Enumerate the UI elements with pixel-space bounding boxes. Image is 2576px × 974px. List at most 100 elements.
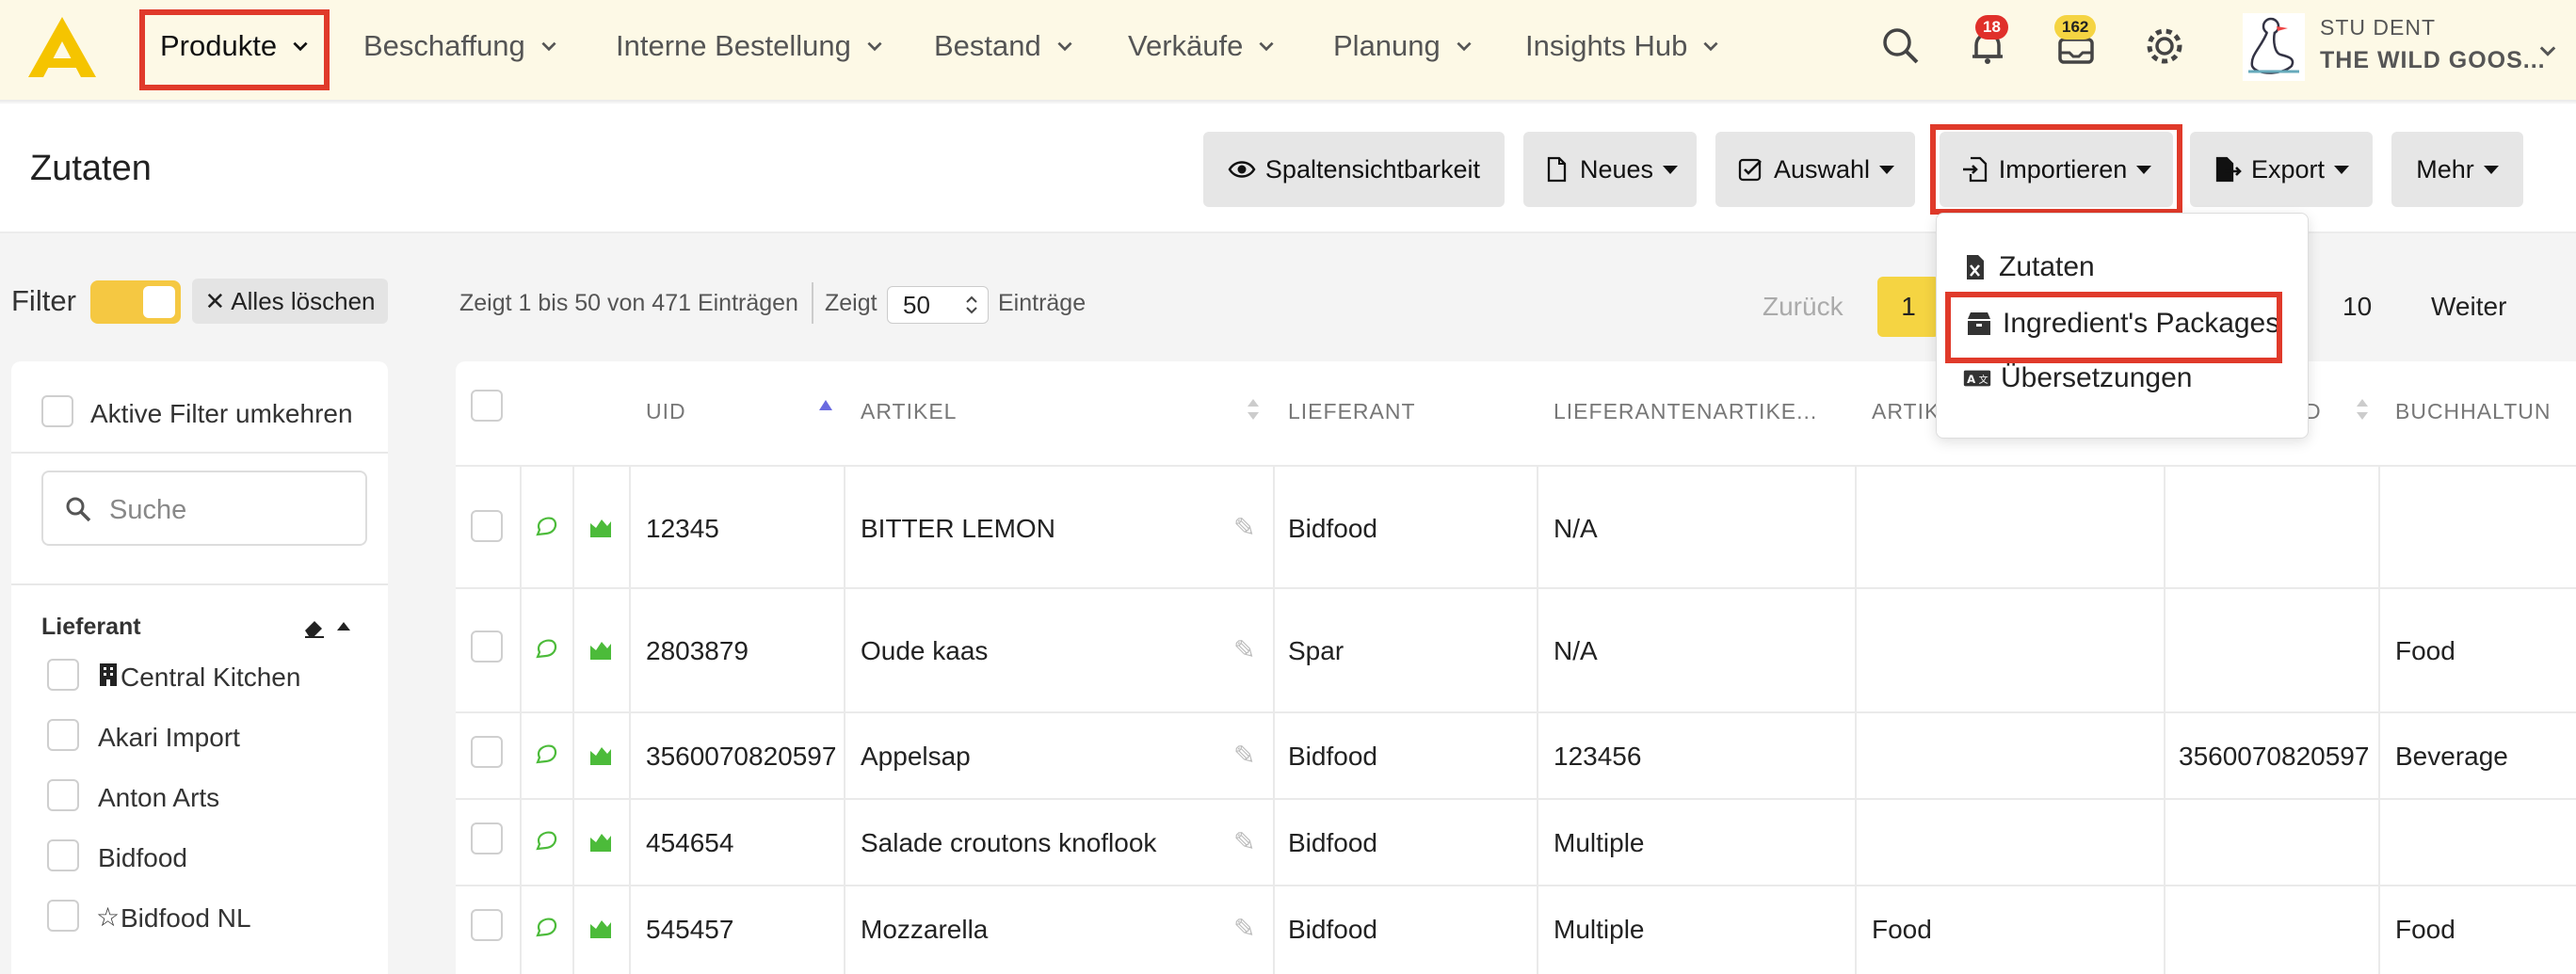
pagination-page-last[interactable]: 10	[2343, 292, 2372, 322]
chart-icon[interactable]	[588, 828, 614, 854]
goose-avatar-icon[interactable]	[2243, 13, 2305, 81]
export-button[interactable]: Export	[2190, 132, 2373, 207]
row-checkbox[interactable]	[471, 510, 503, 542]
caret-down-icon	[2483, 165, 2499, 174]
pencil-icon[interactable]: ✎	[1233, 913, 1255, 944]
comment-icon[interactable]	[533, 514, 559, 540]
column-divider	[844, 467, 845, 974]
column-divider	[1537, 467, 1538, 974]
chevron-down-icon	[1457, 41, 1472, 52]
column-visibility-button[interactable]: Spaltensichtbarkeit	[1203, 132, 1505, 207]
caret-up-icon[interactable]	[335, 619, 352, 632]
comment-icon[interactable]	[533, 915, 559, 941]
cell-artikel[interactable]: Appelsap	[861, 742, 971, 772]
selection-button[interactable]: Auswahl	[1715, 132, 1915, 207]
check-square-icon	[1738, 158, 1762, 182]
pagination-page-current[interactable]: 1	[1877, 277, 1940, 337]
pagination-next[interactable]: Weiter	[2431, 292, 2506, 322]
cell-artikel[interactable]: Oude kaas	[861, 636, 988, 666]
filter-label: Filter	[11, 284, 76, 317]
cell-lieferantenartikel: 123456	[1554, 742, 1642, 771]
supplier-label: Anton Arts	[98, 783, 220, 812]
sort-asc-icon[interactable]	[817, 397, 834, 412]
supplier-checkbox[interactable]	[47, 779, 79, 811]
row-checkbox[interactable]	[471, 909, 503, 941]
clear-all-button[interactable]: ✕ Alles löschen	[192, 279, 388, 324]
eraser-icon[interactable]	[301, 614, 328, 640]
filter-toggle[interactable]	[90, 280, 181, 324]
import-menu-label: Zutaten	[1999, 251, 2095, 282]
entries-label: Einträge	[998, 290, 1087, 316]
row-divider	[456, 587, 2576, 589]
col-header-buchhaltung[interactable]: BUCHHALTUN	[2395, 399, 2551, 424]
nav-interne-bestellung[interactable]: Interne Bestellung	[616, 23, 885, 70]
user-company[interactable]: THE WILD GOOS...	[2320, 47, 2546, 74]
sort-icon[interactable]	[2354, 395, 2371, 423]
pagination-prev[interactable]: Zurück	[1763, 292, 1843, 322]
chevron-down-icon	[1057, 41, 1072, 52]
supplier-label: Central Kitchen	[121, 663, 301, 692]
cell-artikel[interactable]: BITTER LEMON	[861, 514, 1055, 544]
cell-artikel[interactable]: Salade croutons knoflook	[861, 828, 1156, 858]
col-header-artikel[interactable]: ARTIKEL	[861, 399, 957, 424]
chart-icon[interactable]	[588, 514, 614, 540]
row-checkbox[interactable]	[471, 822, 503, 854]
cell-buchhaltung: Food	[2395, 915, 2455, 944]
select-arrows-icon	[966, 295, 977, 314]
column-divider	[2378, 467, 2380, 974]
search-placeholder: Suche	[109, 495, 187, 525]
chart-icon[interactable]	[588, 636, 614, 663]
cell-lieferantenartikel: N/A	[1554, 636, 1598, 665]
sort-icon[interactable]	[1245, 395, 1262, 423]
cell-lieferantenartikel: N/A	[1554, 514, 1598, 543]
nav-beschaffung[interactable]: Beschaffung	[363, 23, 559, 70]
pencil-icon[interactable]: ✎	[1233, 634, 1255, 665]
col-header-lieferantenartikel[interactable]: LIEFERANTENARTIKE...	[1554, 399, 1817, 424]
caret-down-icon	[1663, 165, 1679, 174]
pencil-icon[interactable]: ✎	[1233, 512, 1255, 543]
chevron-down-icon[interactable]	[2536, 40, 2559, 62]
nav-verkaeufe[interactable]: Verkäufe	[1128, 23, 1277, 70]
row-checkbox[interactable]	[471, 736, 503, 768]
col-header-artikel-2[interactable]: ARTIK	[1872, 399, 1940, 424]
comment-icon[interactable]	[533, 828, 559, 854]
app-logo-icon[interactable]	[28, 17, 96, 77]
row-checkbox[interactable]	[471, 631, 503, 663]
nav-planung[interactable]: Planung	[1333, 23, 1474, 70]
search-icon[interactable]	[1876, 21, 1926, 72]
col-header-uid[interactable]: UID	[646, 399, 686, 424]
pencil-icon[interactable]: ✎	[1233, 826, 1255, 857]
import-menu-item-translations[interactable]: A文 Übersetzungen	[1963, 362, 2192, 394]
supplier-checkbox[interactable]	[47, 659, 79, 691]
supplier-checkbox[interactable]	[47, 900, 79, 932]
page-size-select[interactable]: 50	[887, 286, 989, 324]
file-export-icon	[2215, 156, 2242, 183]
nav-insights-hub[interactable]: Insights Hub	[1525, 23, 1721, 70]
select-all-checkbox[interactable]	[471, 390, 503, 422]
pencil-icon[interactable]: ✎	[1233, 740, 1255, 771]
supplier-search-input[interactable]: Suche	[41, 471, 367, 546]
file-icon	[1547, 156, 1567, 183]
invert-filter-checkbox[interactable]	[41, 395, 73, 427]
star-icon: ☆	[96, 902, 121, 932]
supplier-checkbox[interactable]	[47, 839, 79, 871]
supplier-label: Akari Import	[98, 723, 240, 752]
nav-verkaeufe-label: Verkäufe	[1128, 29, 1244, 62]
more-button[interactable]: Mehr	[2391, 132, 2523, 207]
comment-icon[interactable]	[533, 742, 559, 768]
import-menu-item-zutaten[interactable]: Zutaten	[1961, 251, 2095, 283]
comment-icon[interactable]	[533, 636, 559, 663]
nav-bestand[interactable]: Bestand	[934, 23, 1075, 70]
chart-icon[interactable]	[588, 742, 614, 768]
gear-icon[interactable]	[2139, 21, 2190, 72]
cell-artikel[interactable]: Mozzarella	[861, 915, 988, 945]
chart-icon[interactable]	[588, 915, 614, 941]
supplier-checkbox[interactable]	[47, 719, 79, 751]
new-button[interactable]: Neues	[1523, 132, 1697, 207]
cell-d: 3560070820597	[2179, 742, 2370, 771]
col-header-lieferant[interactable]: LIEFERANT	[1288, 399, 1416, 424]
eye-icon	[1228, 161, 1256, 178]
row-divider	[456, 711, 2576, 713]
cell-lieferantenartikel: Multiple	[1554, 915, 1645, 944]
cell-uid: 454654	[646, 828, 734, 857]
